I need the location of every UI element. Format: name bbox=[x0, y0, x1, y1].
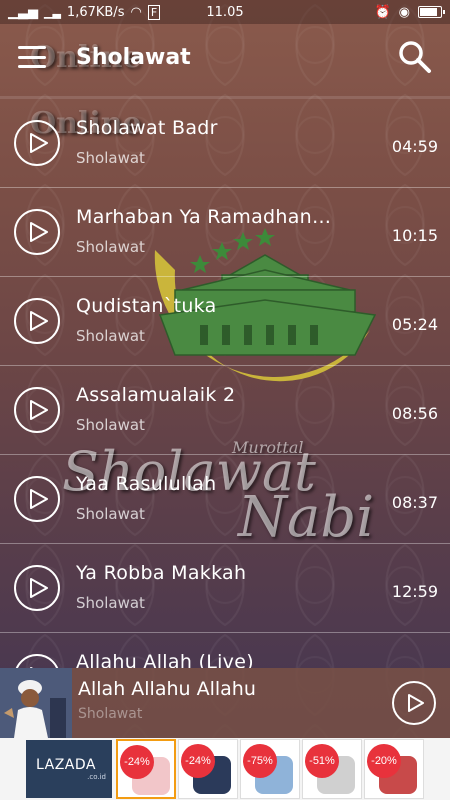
now-playing-subtitle: Sholawat bbox=[78, 706, 143, 722]
track-duration: 04:59 bbox=[391, 137, 438, 156]
page-title: Sholawat bbox=[76, 44, 191, 70]
play-icon bbox=[407, 694, 424, 712]
app-bar: Sholawat bbox=[0, 24, 450, 90]
eye-icon: ◉ bbox=[398, 4, 410, 20]
track-title: Qudistan`tuka bbox=[76, 295, 217, 317]
play-icon[interactable] bbox=[14, 298, 60, 344]
track-subtitle: Sholawat bbox=[76, 149, 145, 167]
ad-product-2[interactable]: -24% bbox=[178, 739, 238, 799]
play-icon[interactable] bbox=[14, 565, 60, 611]
notification-icon: F bbox=[147, 4, 161, 20]
signal-icon: ▁▃▅ bbox=[8, 4, 38, 20]
search-icon[interactable] bbox=[398, 40, 432, 74]
discount-badge: -24% bbox=[120, 745, 154, 779]
track-row[interactable]: Assalamualaik 2 Sholawat 08:56 bbox=[0, 366, 450, 455]
track-duration: 05:24 bbox=[391, 315, 438, 334]
track-title: Yaa Rasulullah bbox=[76, 473, 217, 495]
track-row[interactable]: Allahu Allah (Live) bbox=[0, 633, 450, 668]
track-duration: 08:56 bbox=[391, 404, 438, 423]
track-subtitle: Sholawat bbox=[76, 416, 145, 434]
track-title: Sholawat Badr bbox=[76, 117, 218, 139]
discount-badge: -75% bbox=[243, 744, 277, 778]
lazada-logo[interactable]: LAZADA .co.id bbox=[26, 740, 112, 798]
ad-product-4[interactable]: -51% bbox=[302, 739, 362, 799]
discount-badge: -20% bbox=[367, 744, 401, 778]
battery-icon bbox=[418, 6, 445, 18]
status-bar: ▁▃▅ ▁▃ 1,67KB/s ◠ F 11.05 ⏰ ◉ bbox=[0, 0, 450, 24]
now-playing-title: Allah Allahu Allahu bbox=[78, 678, 256, 700]
ad-product-5[interactable]: -20% bbox=[364, 739, 424, 799]
alarm-icon: ⏰ bbox=[374, 4, 391, 20]
ad-banner[interactable]: LAZADA .co.id -24% -24% -75% -51% -20% bbox=[0, 738, 450, 800]
track-duration: 12:59 bbox=[391, 582, 438, 601]
play-icon[interactable] bbox=[14, 654, 60, 668]
wifi-icon: ◠ bbox=[130, 4, 142, 20]
now-playing-thumbnail bbox=[0, 668, 72, 738]
track-row[interactable]: Ya Robba Makkah Sholawat 12:59 bbox=[0, 544, 450, 633]
track-duration: 08:37 bbox=[391, 493, 438, 512]
network-speed: 1,67KB/s bbox=[66, 4, 125, 20]
signal-icon-2: ▁▃ bbox=[44, 5, 61, 19]
play-icon[interactable] bbox=[14, 387, 60, 433]
track-title: Marhaban Ya Ramadhan… bbox=[76, 206, 332, 228]
track-subtitle: Sholawat bbox=[76, 327, 145, 345]
track-title: Assalamualaik 2 bbox=[76, 384, 236, 406]
discount-badge: -24% bbox=[181, 744, 215, 778]
ad-product-3[interactable]: -75% bbox=[240, 739, 300, 799]
track-subtitle: Sholawat bbox=[76, 594, 145, 612]
track-duration: 10:15 bbox=[391, 226, 438, 245]
discount-badge: -51% bbox=[305, 744, 339, 778]
track-list[interactable]: Sholawat Badr Sholawat 04:59 Marhaban Ya… bbox=[0, 96, 450, 668]
track-title: Allahu Allah (Live) bbox=[76, 651, 254, 668]
track-subtitle: Sholawat bbox=[76, 505, 145, 523]
play-icon[interactable] bbox=[14, 209, 60, 255]
track-row[interactable]: Yaa Rasulullah Sholawat 08:37 bbox=[0, 455, 450, 544]
track-title: Ya Robba Makkah bbox=[76, 562, 247, 584]
track-row[interactable]: Qudistan`tuka Sholawat 05:24 bbox=[0, 277, 450, 366]
ad-product-1[interactable]: -24% bbox=[116, 739, 176, 799]
menu-icon[interactable] bbox=[18, 46, 46, 68]
now-playing-play-button[interactable] bbox=[392, 681, 436, 725]
track-row[interactable]: Sholawat Badr Sholawat 04:59 bbox=[0, 99, 450, 188]
track-row[interactable]: Marhaban Ya Ramadhan… Sholawat 10:15 bbox=[0, 188, 450, 277]
now-playing-bar[interactable]: Sholawat Allah Allahu Allahu bbox=[0, 668, 450, 738]
play-icon[interactable] bbox=[14, 120, 60, 166]
track-subtitle: Sholawat bbox=[76, 238, 145, 256]
play-icon[interactable] bbox=[14, 476, 60, 522]
